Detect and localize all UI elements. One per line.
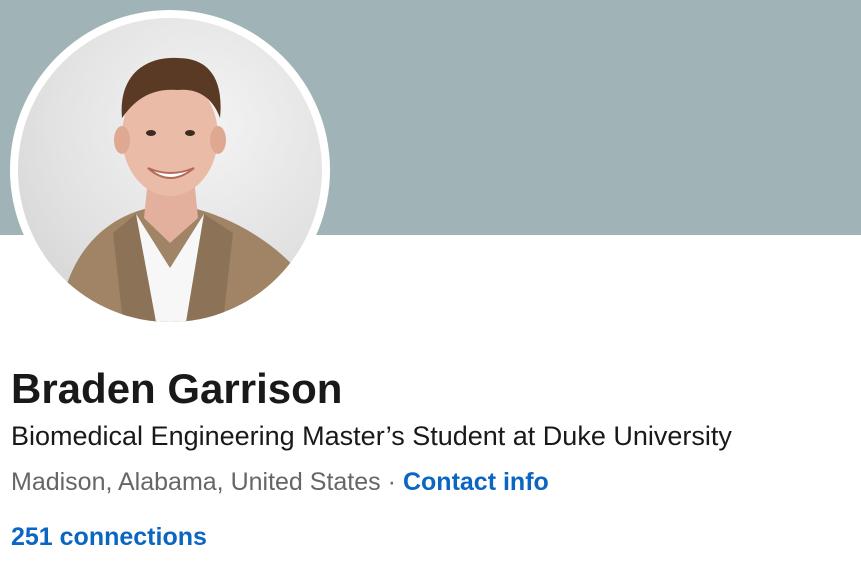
profile-photo[interactable]: [10, 10, 330, 330]
connections-link[interactable]: 251 connections: [11, 520, 207, 554]
contact-info-link[interactable]: Contact info: [403, 468, 549, 496]
profile-photo-image: [18, 18, 322, 322]
profile-location: Madison, Alabama, United States: [11, 468, 381, 496]
profile-name: Braden Garrison: [11, 365, 343, 412]
location-line: Madison, Alabama, United States · Contact …: [11, 465, 549, 499]
separator-dot: ·: [387, 468, 396, 496]
person-portrait-icon: [58, 57, 308, 322]
profile-headline: Biomedical Engineering Master’s Student …: [11, 421, 732, 451]
